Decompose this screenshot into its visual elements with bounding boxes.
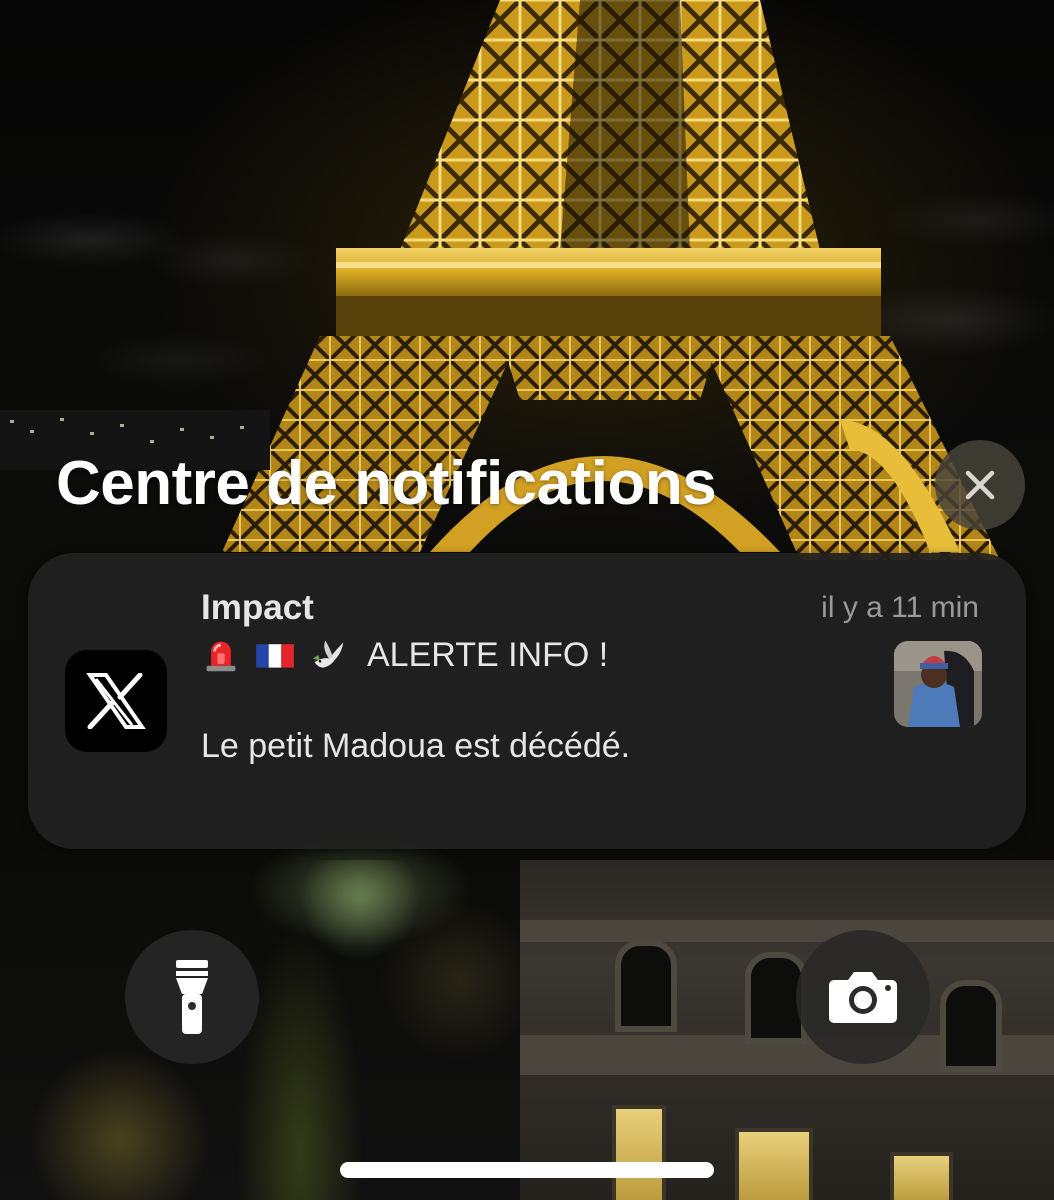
france-flag-emoji xyxy=(256,644,294,668)
trees-foreground xyxy=(0,860,560,1200)
notification-headline-row: ALERTE INFO ! xyxy=(201,635,608,675)
notification-card[interactable]: Impact il y a 11 min ALERTE INFO ! Le pe… xyxy=(28,553,1026,849)
notification-headline: ALERTE INFO ! xyxy=(367,635,609,674)
x-logo-icon xyxy=(86,673,146,729)
home-indicator[interactable] xyxy=(340,1162,714,1178)
notification-thumbnail xyxy=(894,641,982,727)
close-icon xyxy=(965,470,995,500)
rotating-light-emoji xyxy=(206,641,236,672)
notification-app-name: Impact xyxy=(201,588,314,627)
app-icon xyxy=(65,650,167,752)
close-button[interactable] xyxy=(935,440,1025,530)
haussmann-building xyxy=(520,860,1054,1200)
dove-emoji xyxy=(312,640,344,668)
notification-timestamp: il y a 11 min xyxy=(821,591,979,624)
lock-screen: Centre de notifications Impact il y a 11… xyxy=(0,0,1054,1200)
flashlight-button[interactable] xyxy=(125,930,259,1064)
flashlight-icon xyxy=(176,960,208,1034)
camera-icon xyxy=(829,972,897,1023)
page-title: Centre de notifications xyxy=(56,449,717,518)
notification-body: Le petit Madoua est décédé. xyxy=(201,727,631,765)
camera-button[interactable] xyxy=(796,930,930,1064)
